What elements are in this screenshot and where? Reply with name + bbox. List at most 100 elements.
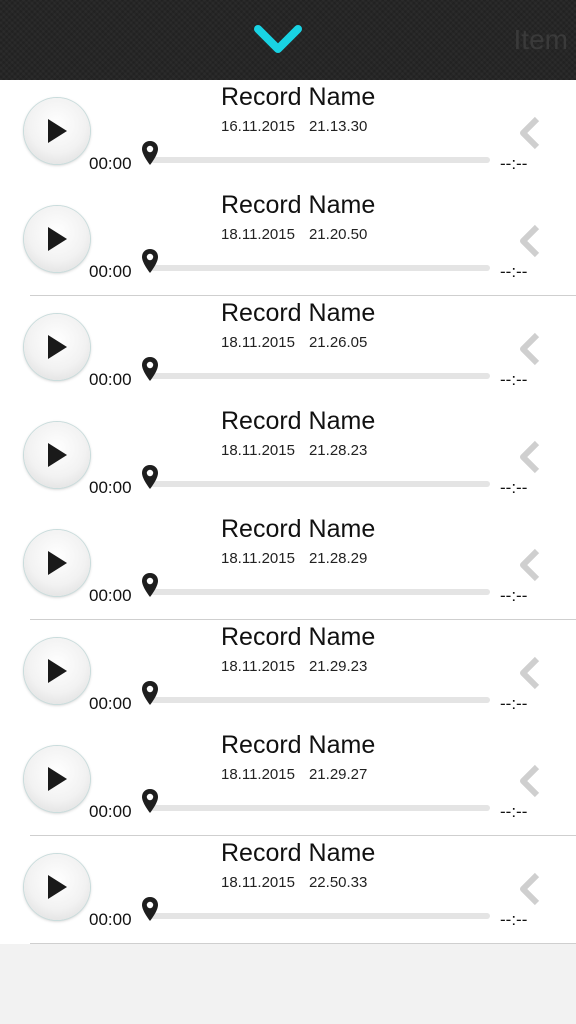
record-datetime: 18.11.2015 21.26.05 [221,334,367,351]
elapsed-time: 00:00 [89,370,132,389]
chevron-left-icon[interactable] [518,548,542,582]
record-datetime: 18.11.2015 21.29.27 [221,766,367,783]
progress-track[interactable] [150,913,490,919]
chevron-left-icon[interactable] [518,440,542,474]
record-time: 21.29.23 [308,658,368,675]
play-button[interactable] [24,314,90,380]
record-row[interactable]: Record Name 18.11.2015 21.26.05 00:00 --:… [0,296,576,404]
map-pin-icon[interactable] [141,896,159,922]
chevron-left-icon[interactable] [518,656,542,690]
progress-track[interactable] [150,373,490,379]
record-name: Record Name [221,83,376,111]
record-datetime: 18.11.2015 21.28.23 [221,442,367,459]
play-icon [48,227,67,251]
chevron-left-icon[interactable] [518,872,542,906]
play-icon [48,551,67,575]
record-date: 18.11.2015 [221,334,295,351]
row-separator [30,943,576,944]
duration: --:-- [500,370,528,389]
top-bar-item-label[interactable]: Item [514,24,568,56]
play-icon [48,443,67,467]
chevron-left-icon[interactable] [518,764,542,798]
elapsed-time: 00:00 [89,694,132,713]
duration: --:-- [500,802,528,821]
record-list: Record Name 16.11.2015 21.13.30 00:00 --:… [0,80,576,944]
top-bar: Item [0,0,576,80]
map-pin-icon[interactable] [141,464,159,490]
record-row[interactable]: Record Name 18.11.2015 21.28.23 00:00 --:… [0,404,576,512]
play-button[interactable] [24,98,90,164]
record-name: Record Name [221,407,376,435]
record-date: 18.11.2015 [221,874,295,891]
record-name: Record Name [221,515,376,543]
progress-track[interactable] [150,805,490,811]
elapsed-time: 00:00 [89,802,132,821]
map-pin-icon[interactable] [141,140,159,166]
duration: --:-- [500,694,528,713]
record-date: 18.11.2015 [221,658,295,675]
play-button[interactable] [24,854,90,920]
chevron-left-icon[interactable] [518,332,542,366]
play-icon [48,119,67,143]
play-button[interactable] [24,746,90,812]
map-pin-icon[interactable] [141,248,159,274]
record-datetime: 18.11.2015 21.20.50 [221,226,367,243]
play-button[interactable] [24,422,90,488]
progress-track[interactable] [150,265,490,271]
record-name: Record Name [221,731,376,759]
record-row[interactable]: Record Name 16.11.2015 21.13.30 00:00 --:… [0,80,576,188]
record-row[interactable]: Record Name 18.11.2015 21.20.50 00:00 --:… [0,188,576,296]
record-row[interactable]: Record Name 18.11.2015 22.50.33 00:00 --:… [0,836,576,944]
record-datetime: 18.11.2015 22.50.33 [221,874,367,891]
play-button[interactable] [24,638,90,704]
elapsed-time: 00:00 [89,586,132,605]
record-name: Record Name [221,623,376,651]
chevron-left-icon[interactable] [518,224,542,258]
record-row[interactable]: Record Name 18.11.2015 21.29.27 00:00 --:… [0,728,576,836]
elapsed-time: 00:00 [89,910,132,929]
record-time: 21.13.30 [308,118,368,135]
duration: --:-- [500,154,528,173]
record-datetime: 16.11.2015 21.13.30 [221,118,367,135]
play-icon [48,659,67,683]
play-icon [48,767,67,791]
play-button[interactable] [24,530,90,596]
record-date: 18.11.2015 [221,226,295,243]
record-time: 21.29.27 [308,766,368,783]
map-pin-icon[interactable] [141,680,159,706]
duration: --:-- [500,478,528,497]
record-name: Record Name [221,299,376,327]
progress-track[interactable] [150,157,490,163]
record-time: 22.50.33 [308,874,368,891]
record-date: 18.11.2015 [221,442,295,459]
elapsed-time: 00:00 [89,262,132,281]
progress-track[interactable] [150,697,490,703]
record-time: 21.28.29 [308,550,368,567]
record-date: 18.11.2015 [221,550,295,567]
map-pin-icon[interactable] [141,572,159,598]
map-pin-icon[interactable] [141,788,159,814]
elapsed-time: 00:00 [89,478,132,497]
progress-track[interactable] [150,481,490,487]
record-time: 21.20.50 [308,226,368,243]
record-row[interactable]: Record Name 18.11.2015 21.28.29 00:00 --:… [0,512,576,620]
chevron-down-icon[interactable] [253,22,303,56]
map-pin-icon[interactable] [141,356,159,382]
record-name: Record Name [221,839,376,867]
chevron-left-icon[interactable] [518,116,542,150]
play-button[interactable] [24,206,90,272]
duration: --:-- [500,262,528,281]
record-date: 16.11.2015 [221,118,295,135]
elapsed-time: 00:00 [89,154,132,173]
record-datetime: 18.11.2015 21.28.29 [221,550,367,567]
progress-track[interactable] [150,589,490,595]
play-icon [48,335,67,359]
record-datetime: 18.11.2015 21.29.23 [221,658,367,675]
record-time: 21.26.05 [308,334,368,351]
duration: --:-- [500,910,528,929]
record-row[interactable]: Record Name 18.11.2015 21.29.23 00:00 --:… [0,620,576,728]
record-time: 21.28.23 [308,442,368,459]
record-name: Record Name [221,191,376,219]
duration: --:-- [500,586,528,605]
record-date: 18.11.2015 [221,766,295,783]
